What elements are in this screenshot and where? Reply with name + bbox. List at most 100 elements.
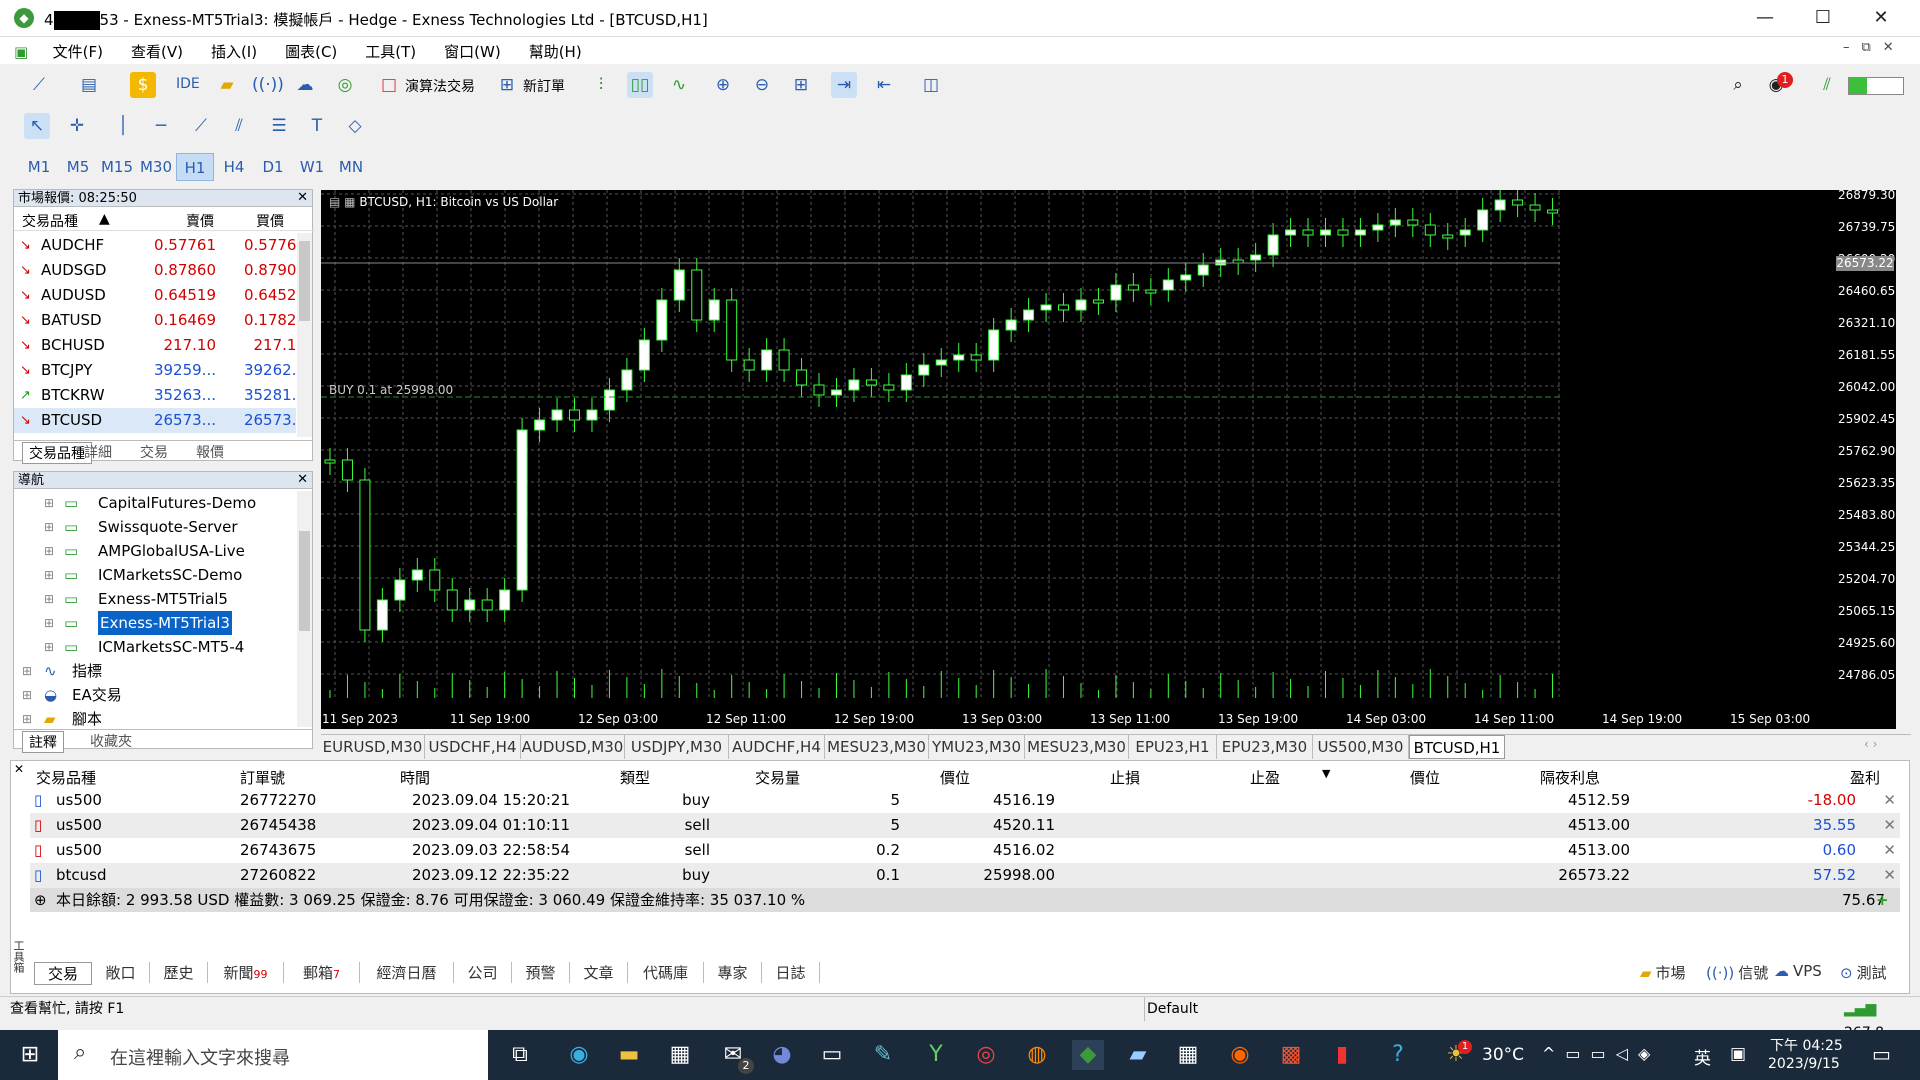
col-ask[interactable]: 買價 xyxy=(256,211,284,231)
dollar-icon[interactable]: $ xyxy=(130,72,156,98)
trade-col-header[interactable]: 止盈 xyxy=(1250,767,1280,788)
expand-icon[interactable]: ⊞ xyxy=(22,683,32,707)
task-view-icon[interactable]: ⧉ xyxy=(504,1040,536,1070)
expand-icon[interactable]: ⊞ xyxy=(44,587,54,611)
account-name[interactable]: ICMarketsSC-MT5-4 xyxy=(98,635,244,659)
chart-tab[interactable]: USDCHF,H4 xyxy=(425,735,521,759)
navigator-tab[interactable]: 收藏夾 xyxy=(84,731,138,751)
timeframe-w1[interactable]: W1 xyxy=(293,153,331,181)
expand-icon[interactable]: ⊞ xyxy=(44,635,54,659)
toolbox-link[interactable]: ☁ VPS xyxy=(1774,962,1822,980)
zoom-out-icon[interactable]: ⊖ xyxy=(749,72,775,98)
trendline-icon[interactable]: ⟋ xyxy=(188,113,214,139)
crosshair-icon[interactable]: ✛ xyxy=(64,113,90,139)
toolbox-link[interactable]: ⊙ 測試 xyxy=(1840,962,1887,983)
toolbox-tab[interactable]: 歷史 xyxy=(150,962,208,983)
expand-icon[interactable]: ⊞ xyxy=(44,539,54,563)
group-name[interactable]: 指標 xyxy=(72,659,102,683)
input-language[interactable]: 英 xyxy=(1694,1044,1711,1069)
navigator-account[interactable]: ⊞ ▭ ICMarketsSC-MT5-4 xyxy=(14,635,294,659)
ide-button[interactable]: IDE xyxy=(176,76,200,92)
app-icon-2[interactable]: ✎ xyxy=(867,1040,899,1070)
trade-row[interactable]: ▯ btcusd 27260822 2023.09.12 22:35:22 buy 0.1… xyxy=(30,863,1900,888)
clock-time[interactable]: 下午 04:25 xyxy=(1770,1035,1843,1055)
menu-item[interactable]: 插入(I) xyxy=(197,37,271,66)
menu-item[interactable]: 文件(F) xyxy=(39,37,117,66)
navigator-account[interactable]: ⊞ ▭ AMPGlobalUSA-Live xyxy=(14,539,294,563)
app-icon-5[interactable]: ◉ xyxy=(1224,1040,1256,1070)
clock-date[interactable]: 2023/9/15 xyxy=(1768,1056,1840,1072)
account-name[interactable]: Exness-MT5Trial5 xyxy=(98,587,228,611)
chrome-icon[interactable]: ◎ xyxy=(970,1040,1002,1070)
chart-template-icon[interactable]: ▤ xyxy=(76,72,102,98)
col-bid[interactable]: 賣價 xyxy=(186,211,214,231)
timeframe-m15[interactable]: M15 xyxy=(98,153,136,181)
market-watch-row[interactable]: ↘ AUDSGD 0.87860 0.87905 xyxy=(14,258,296,283)
file-explorer-icon[interactable]: ▬ xyxy=(613,1040,645,1070)
timeframe-h1[interactable]: H1 xyxy=(176,153,214,181)
market-bag-icon[interactable]: ▰ xyxy=(214,72,240,98)
navigator-group[interactable]: ⊞ ▰ 腳本 xyxy=(14,707,294,727)
chart-tab[interactable]: USDJPY,M30 xyxy=(625,735,729,759)
close-position-icon[interactable]: ✕ xyxy=(1883,788,1896,813)
toolbox-tab[interactable]: 敞口 xyxy=(92,962,150,983)
group-name[interactable]: EA交易 xyxy=(72,683,122,707)
price-chart[interactable]: ▤ ▦ BTCUSD, H1: Bitcoin vs US Dollar BUY… xyxy=(321,190,1561,729)
trade-col-header[interactable]: 交易品種 xyxy=(36,767,96,788)
chart-app-icon[interactable]: ▮ xyxy=(1326,1040,1358,1070)
app-icon[interactable]: ▭ xyxy=(816,1040,848,1070)
toolbox-tab[interactable]: 文章 xyxy=(570,962,628,983)
chart-tab[interactable]: EPU23,M30 xyxy=(1217,735,1313,759)
navigator-account[interactable]: ⊞ ▭ ICMarketsSC-Demo xyxy=(14,563,294,587)
market-watch-row[interactable]: ↘ AUDCHF 0.57761 0.57768 xyxy=(14,233,296,258)
trade-col-header[interactable]: 類型 xyxy=(620,767,650,788)
toolbox-tab[interactable]: 新聞99 xyxy=(208,962,284,983)
minimize-button[interactable]: — xyxy=(1736,0,1794,37)
calculator-icon[interactable]: ▦ xyxy=(1172,1040,1204,1070)
toolbox-tab[interactable]: 代碼庫 xyxy=(628,962,704,983)
trade-col-header[interactable]: 訂單號 xyxy=(240,767,285,788)
trade-row[interactable]: ▯ us500 26745438 2023.09.04 01:10:11 sell 5 45… xyxy=(30,813,1900,838)
channel-icon[interactable]: ⫽ xyxy=(226,113,252,139)
cloud-icon[interactable]: ☁ xyxy=(292,72,318,98)
app-icon-4[interactable]: ▰ xyxy=(1122,1040,1154,1070)
chart-tab[interactable]: YMU23,M30 xyxy=(929,735,1025,759)
market-watch-row[interactable]: ↘ AUDUSD 0.64519 0.64520 xyxy=(14,283,296,308)
new-order-button[interactable]: 新訂單 xyxy=(523,76,565,96)
close-icon[interactable]: ✕ xyxy=(14,762,24,776)
chart-tab[interactable]: US500,M30 xyxy=(1313,735,1409,759)
timeframe-m5[interactable]: M5 xyxy=(59,153,97,181)
close-position-icon[interactable]: ✕ xyxy=(1883,838,1896,863)
tab-scroll-icon[interactable]: ‹ › xyxy=(1864,737,1877,751)
market-watch-row[interactable]: ↘ BTCUSD 26573... 26573... xyxy=(14,408,296,433)
account-name[interactable]: Exness-MT5Trial3 xyxy=(98,611,232,635)
candlestick-icon[interactable]: ▯▯ xyxy=(627,72,653,98)
autoscroll-icon[interactable]: ⇥ xyxy=(831,72,857,98)
account-name[interactable]: Swissquote-Server xyxy=(98,515,238,539)
cursor-icon[interactable]: ↖ xyxy=(24,113,50,139)
fibonacci-icon[interactable]: ☰ xyxy=(266,113,292,139)
toolbox-tab[interactable]: 預警 xyxy=(512,962,570,983)
navigator-account[interactable]: ⊞ ▭ Exness-MT5Trial5 xyxy=(14,587,294,611)
expand-icon[interactable]: ⊞ xyxy=(22,659,32,683)
toolbox-link[interactable]: ▰ 市場 xyxy=(1640,962,1686,983)
chart-tab[interactable]: AUDCHF,H4 xyxy=(729,735,825,759)
account-name[interactable]: ICMarketsSC-Demo xyxy=(98,563,242,587)
new-order-icon[interactable]: ⊞ xyxy=(494,72,520,98)
trade-col-header[interactable]: 盈利 xyxy=(1850,767,1880,788)
discord-icon[interactable]: ◕ xyxy=(766,1040,798,1070)
windows-start-icon[interactable]: ⊞ xyxy=(14,1040,46,1070)
chart-tab[interactable]: EURUSD,M30 xyxy=(321,735,425,759)
app-icon-3[interactable]: Y xyxy=(920,1040,952,1070)
chart-tab[interactable]: AUDUSD,M30 xyxy=(521,735,625,759)
trade-col-header[interactable]: 時間 xyxy=(400,767,430,788)
trade-row[interactable]: ▯ us500 26772270 2023.09.04 15:20:21 buy 5 451… xyxy=(30,788,1900,813)
trade-col-header[interactable]: 價位 xyxy=(1410,767,1440,788)
algo-trading-button[interactable]: 演算法交易 xyxy=(405,76,475,96)
taskbar-search[interactable]: ⌕ 在這裡輸入文字來搜尋 xyxy=(58,1030,488,1080)
navigator-group[interactable]: ⊞ ◒ EA交易 xyxy=(14,683,294,707)
expand-icon[interactable]: ⊞ xyxy=(44,491,54,515)
store-icon[interactable]: ▦ xyxy=(664,1040,696,1070)
close-position-icon[interactable]: ✕ xyxy=(1883,863,1896,888)
chart-tab[interactable]: MESU23,M30 xyxy=(1025,735,1129,759)
